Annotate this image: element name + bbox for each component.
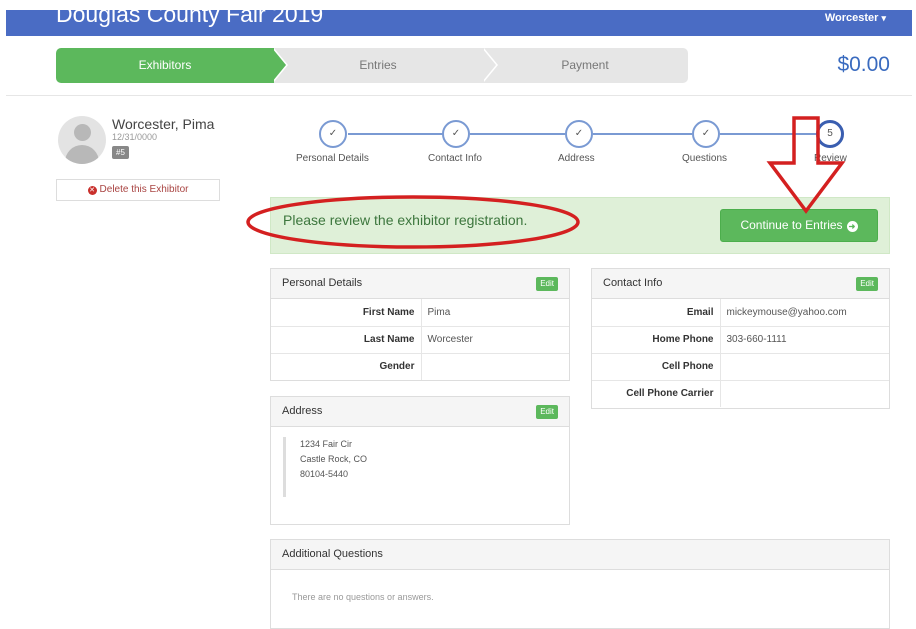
chevron-separator [482,48,496,82]
highlight-ellipse [246,195,580,249]
annotation-arrow-icon [766,116,846,214]
chevron-separator [272,48,286,82]
annotation-overlay [246,116,846,249]
